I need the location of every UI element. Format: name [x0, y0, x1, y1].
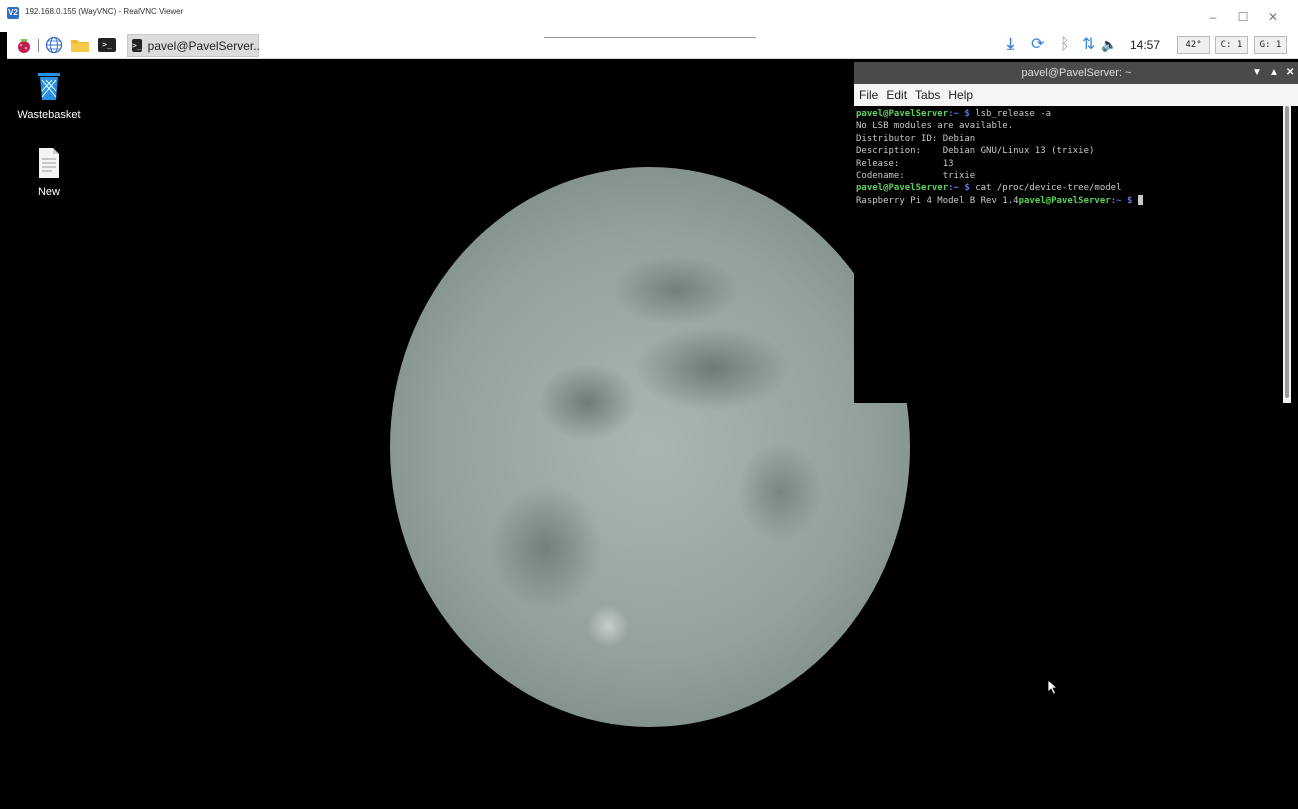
chevron-up-icon[interactable]: ▲: [1269, 62, 1279, 84]
gpu-monitor[interactable]: G: 1: [1254, 36, 1287, 54]
vnc-window-titlebar[interactable]: V2 192.168.0.155 (WayVNC) - RealVNC View…: [0, 0, 1298, 32]
moon-wallpaper: [390, 167, 910, 727]
panel-separator: [38, 39, 39, 52]
wastebasket-icon: [38, 73, 60, 100]
desktop-icon-label: Wastebasket: [17, 109, 81, 121]
taskbar-panel: >_ >_ pavel@PavelServer.. ⤓ ⟳ ᛒ ⇅ 🔈 14:5…: [7, 32, 1298, 59]
volume-icon[interactable]: 🔈: [1101, 36, 1117, 54]
prompt-user: pavel@PavelServer: [856, 109, 949, 119]
download-icon[interactable]: ⤓: [1007, 36, 1014, 54]
scrollbar-thumb[interactable]: [1285, 106, 1289, 398]
realvnc-logo-icon: V2: [7, 7, 19, 19]
terminal-icon[interactable]: >_: [97, 36, 117, 54]
output-line: Description: Debian GNU/Linux 13 (trixie…: [856, 146, 1095, 157]
document-icon: [39, 148, 59, 178]
remote-desktop[interactable]: >_ >_ pavel@PavelServer.. ⤓ ⟳ ᛒ ⇅ 🔈 14:5…: [7, 32, 1298, 809]
temperature-monitor[interactable]: 42°: [1177, 36, 1210, 54]
terminal-window[interactable]: pavel@PavelServer: ~ ▼ ▲ ✕ File Edit Tab…: [854, 62, 1298, 403]
output-line: Release: 13: [856, 158, 954, 169]
menu-file[interactable]: File: [859, 88, 878, 102]
network-icon[interactable]: ⇅: [1082, 36, 1095, 54]
menu-tabs[interactable]: Tabs: [915, 88, 940, 102]
raspberry-icon[interactable]: [15, 36, 33, 54]
minimize-button[interactable]: –: [1206, 10, 1220, 24]
menu-edit[interactable]: Edit: [886, 88, 907, 102]
chevron-down-icon[interactable]: ▼: [1252, 62, 1262, 84]
command-line: lsb_release -a: [975, 109, 1052, 119]
desktop-icon-new[interactable]: New: [9, 147, 89, 198]
file-manager-icon[interactable]: [69, 36, 91, 54]
browser-icon[interactable]: [44, 36, 64, 54]
prompt-separator: :~ $: [948, 183, 976, 194]
taskbar-button-label: pavel@PavelServer..: [147, 38, 260, 53]
bluetooth-icon[interactable]: ᛒ: [1060, 36, 1070, 54]
terminal-scrollbar[interactable]: [1283, 106, 1291, 403]
prompt-separator: :~ $: [1110, 195, 1138, 206]
prompt-user: pavel@PavelServer: [1018, 195, 1111, 206]
sync-icon[interactable]: ⟳: [1031, 36, 1044, 54]
clock[interactable]: 14:57: [1130, 38, 1160, 52]
command-line: cat /proc/device-tree/model: [975, 183, 1122, 194]
output-line: Raspberry Pi 4 Model B Rev 1.4: [856, 195, 1019, 206]
mouse-pointer-icon: [1047, 679, 1059, 700]
output-line: Codename: trixie: [856, 171, 976, 182]
text-cursor: [1137, 195, 1143, 206]
terminal-title: pavel@PavelServer: ~: [1021, 67, 1132, 79]
menu-help[interactable]: Help: [948, 88, 973, 102]
terminal-output[interactable]: pavel@PavelServer:~ $ lsb_release -a No …: [854, 106, 1282, 403]
desktop-icon-wastebasket[interactable]: Wastebasket: [9, 70, 89, 121]
taskbar-button-terminal[interactable]: >_ pavel@PavelServer..: [127, 34, 260, 57]
cpu-monitor[interactable]: C: 1: [1215, 36, 1248, 54]
close-button[interactable]: ✕: [1266, 10, 1280, 24]
vnc-window-title: 192.168.0.155 (WayVNC) - RealVNC Viewer: [25, 7, 184, 16]
output-line: Distributor ID: Debian: [856, 133, 976, 144]
terminal-icon: >_: [132, 39, 142, 52]
prompt-separator: :~ $: [948, 109, 976, 119]
desktop-icon-label: New: [37, 186, 60, 198]
terminal-menubar: File Edit Tabs Help: [854, 84, 1298, 106]
maximize-button[interactable]: ☐: [1236, 10, 1250, 24]
prompt-user: pavel@PavelServer: [856, 183, 949, 194]
terminal-titlebar[interactable]: pavel@PavelServer: ~ ▼ ▲ ✕: [854, 62, 1298, 84]
output-line: No LSB modules are available.: [856, 121, 1014, 132]
close-icon[interactable]: ✕: [1286, 62, 1294, 84]
panel-spacer-line: [544, 37, 756, 38]
